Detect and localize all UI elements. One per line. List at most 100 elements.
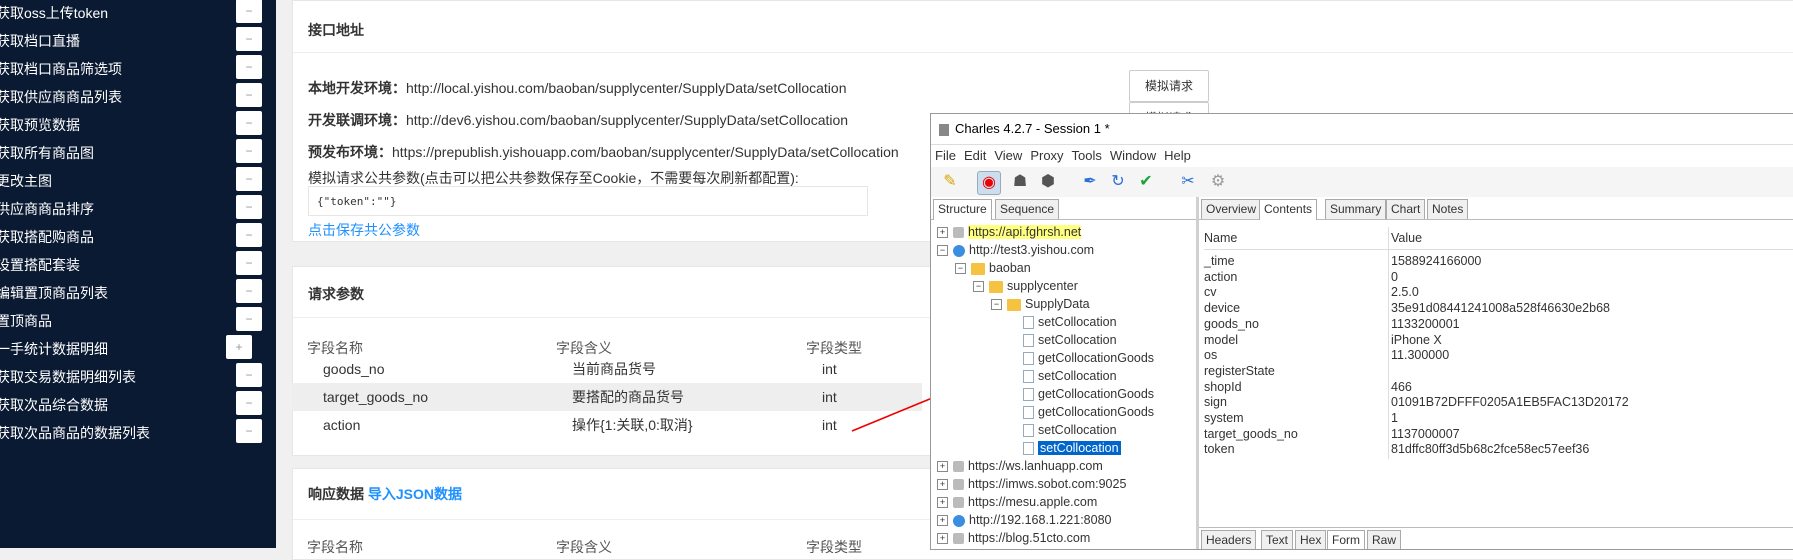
doc-icon	[1023, 334, 1034, 348]
form-row[interactable]: target_goods_no 1137000007	[1204, 426, 1793, 442]
form-row[interactable]: sign 01091B72DFFF0205A1EB5FAC13D20172	[1204, 394, 1793, 410]
tab-sequence[interactable]: Sequence	[995, 199, 1060, 219]
form-row[interactable]: os 11.300000	[1204, 347, 1793, 363]
tab-notes[interactable]: Notes	[1427, 199, 1469, 219]
lock-icon	[953, 533, 964, 545]
left-tabs: Structure Sequence	[931, 197, 1196, 220]
doc-icon	[1023, 424, 1034, 438]
tree-item[interactable]: setCollocation	[1023, 439, 1121, 457]
tree-item[interactable]: setCollocation	[1023, 331, 1117, 349]
doc-icon	[1023, 388, 1034, 402]
tree-item-label: getCollocationGoods	[1038, 405, 1155, 419]
menu-item-file[interactable]: File	[935, 148, 956, 163]
tree-item-label: http://test3.yishou.com	[969, 243, 1095, 257]
expand-icon[interactable]: +	[937, 497, 948, 509]
form-row[interactable]: shopId 466	[1204, 379, 1793, 395]
tree-item[interactable]: − baoban	[955, 259, 1031, 277]
form-row[interactable]: action 0	[1204, 269, 1793, 285]
collapse-icon[interactable]: −	[937, 245, 948, 257]
tab-headers[interactable]: Headers	[1201, 530, 1257, 549]
tree-item[interactable]: getCollocationGoods	[1023, 349, 1154, 367]
tab-summary[interactable]: Summary	[1325, 199, 1387, 219]
form-field-name: cv	[1204, 285, 1217, 300]
doc-icon	[1023, 406, 1034, 420]
broom-icon[interactable]: ✎	[939, 171, 961, 193]
menu-item-tools[interactable]: Tools	[1072, 148, 1102, 163]
expand-icon[interactable]: +	[937, 227, 948, 239]
form-field-name: device	[1204, 301, 1241, 316]
expand-icon[interactable]: +	[937, 461, 948, 473]
menu-item-view[interactable]: View	[994, 148, 1022, 163]
tree-item[interactable]: + https://ws.lanhuapp.com	[937, 457, 1103, 475]
refresh-icon[interactable]: ↻	[1107, 171, 1129, 193]
tab-contents[interactable]: Contents	[1259, 199, 1318, 220]
check-icon[interactable]: ✔	[1135, 171, 1157, 193]
form-row[interactable]: system 1	[1204, 410, 1793, 426]
collapse-icon[interactable]: −	[991, 299, 1002, 311]
tree-item[interactable]: − SupplyData	[991, 295, 1090, 313]
tab-chart[interactable]: Chart	[1386, 199, 1426, 219]
form-field-value: 466	[1391, 379, 1412, 394]
tree-item[interactable]: getCollocationGoods	[1023, 385, 1154, 403]
menu-item-help[interactable]: Help	[1164, 148, 1191, 163]
menu-item-edit[interactable]: Edit	[964, 148, 986, 163]
record-icon[interactable]: ◉	[977, 171, 1001, 195]
form-field-name: os	[1204, 348, 1218, 363]
form-field-name: _time	[1204, 254, 1235, 268]
tree-item[interactable]: setCollocation	[1023, 313, 1117, 331]
tab-structure[interactable]: Structure	[933, 199, 992, 220]
form-row[interactable]: _time 1588924166000	[1204, 253, 1793, 269]
expand-icon[interactable]: +	[937, 515, 948, 527]
toolbar: ✎ ◉ ☗ ⬢ ✒ ↻ ✔ ✂ ⚙	[931, 167, 1793, 198]
lock-icon	[953, 227, 964, 239]
expand-icon[interactable]: +	[937, 533, 948, 545]
tree-item[interactable]: setCollocation	[1023, 367, 1117, 385]
tree-item[interactable]: − http://test3.yishou.com	[937, 241, 1094, 259]
folder-icon	[989, 280, 1003, 293]
form-row[interactable]: goods_no 1133200001	[1204, 316, 1793, 332]
lock-icon	[953, 461, 964, 473]
form-field-value: 81dffc80ff3d5b68c2fce58ec57eef36	[1391, 442, 1590, 457]
collapse-icon[interactable]: −	[973, 281, 984, 293]
tree-item[interactable]: + http://192.168.1.221:8080	[937, 511, 1112, 529]
expand-icon[interactable]: +	[937, 479, 948, 491]
tools-icon[interactable]: ✂	[1177, 171, 1199, 193]
tab-raw[interactable]: Raw	[1367, 530, 1402, 549]
menu-item-proxy[interactable]: Proxy	[1030, 148, 1063, 163]
form-field-name: model	[1204, 332, 1239, 347]
tree-item[interactable]: + https://mesu.apple.com	[937, 493, 1097, 511]
form-row[interactable]: registerState	[1204, 363, 1793, 379]
form-field-name: sign	[1204, 395, 1227, 410]
tree-item-label: setCollocation	[1038, 369, 1117, 383]
tab-overview[interactable]: Overview	[1201, 199, 1262, 219]
form-row[interactable]: token 81dffc80ff3d5b68c2fce58ec57eef36	[1204, 441, 1793, 457]
tab-hex[interactable]: Hex	[1295, 530, 1327, 549]
tree-item[interactable]: getCollocationGoods	[1023, 403, 1154, 421]
form-field-name: token	[1204, 442, 1235, 457]
form-row[interactable]: device 35e91d08441241008a528f46630e2b68	[1204, 300, 1793, 316]
tree-item[interactable]: + https://blog.51cto.com	[937, 529, 1090, 547]
right-tabs: Overview Contents Summary Chart Notes	[1199, 197, 1793, 220]
settings-gear-icon[interactable]: ⚙	[1207, 171, 1229, 193]
doc-icon	[1023, 316, 1034, 330]
pen-icon[interactable]: ✒	[1079, 171, 1101, 193]
tree-item[interactable]: setCollocation	[1023, 421, 1117, 439]
menu-item-window[interactable]: Window	[1110, 148, 1156, 163]
form-field-value: 1133200001	[1391, 316, 1460, 331]
globe-icon	[953, 514, 965, 527]
form-row[interactable]: model iPhone X	[1204, 332, 1793, 348]
tree-item-label: https://mesu.apple.com	[968, 495, 1098, 509]
tree-item-label: https://blog.51cto.com	[968, 531, 1091, 545]
stop-icon[interactable]: ⬢	[1037, 171, 1059, 193]
throttle-icon[interactable]: ☗	[1009, 171, 1031, 193]
doc-icon	[1023, 370, 1034, 384]
tree-item[interactable]: + https://imws.sobot.com:9025	[937, 475, 1126, 493]
tree-item[interactable]: + https://api.fghrsh.net	[937, 223, 1082, 241]
collapse-icon[interactable]: −	[955, 263, 966, 275]
folder-icon	[1007, 298, 1021, 311]
tab-form[interactable]: Form	[1327, 530, 1365, 549]
tree-item[interactable]: − supplycenter	[973, 277, 1078, 295]
form-row[interactable]: cv 2.5.0	[1204, 284, 1793, 300]
tab-text[interactable]: Text	[1261, 530, 1294, 549]
tree-item-label: getCollocationGoods	[1038, 387, 1155, 401]
